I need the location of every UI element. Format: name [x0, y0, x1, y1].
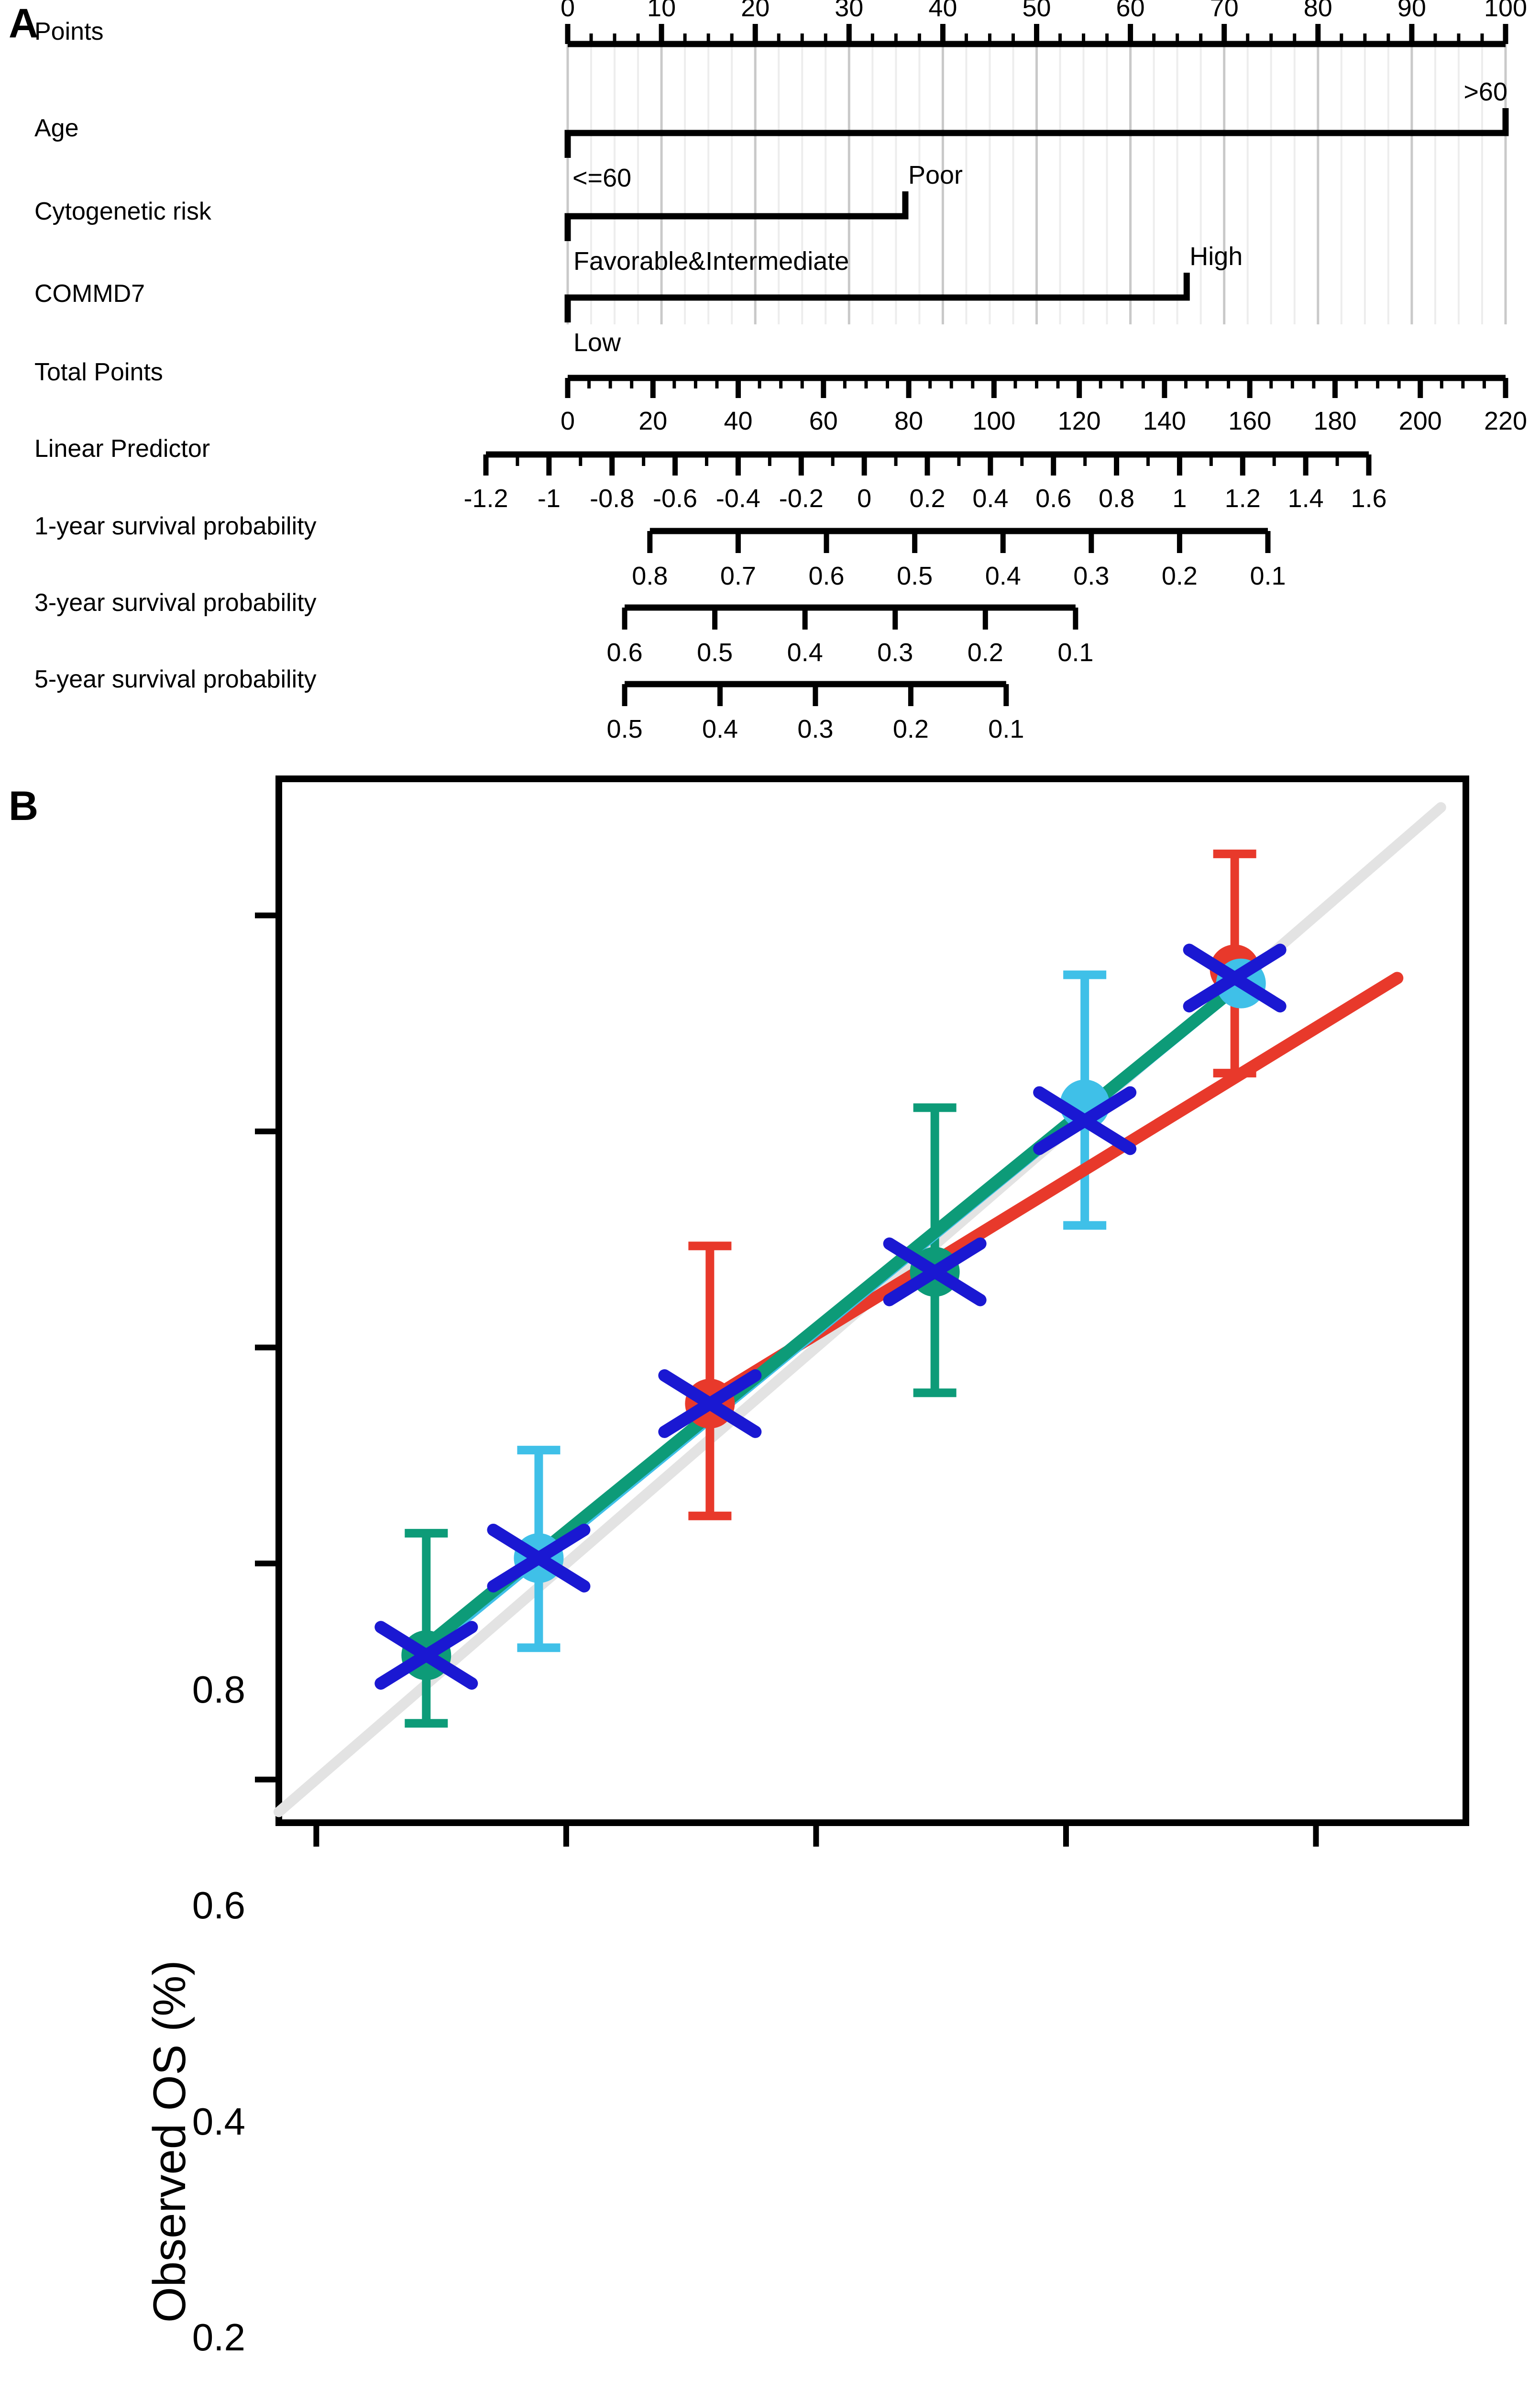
- y-axis-tick-label: 0.2: [192, 2316, 245, 2359]
- survival-axis-tick-label: 0.1: [1057, 638, 1093, 667]
- survival-axis-tick-label: 0.5: [697, 638, 733, 667]
- cytogenetic-axis-bracket: [564, 191, 909, 241]
- survival-axis-tick-label: 0.6: [808, 562, 844, 590]
- total-points-tick-label: 140: [1143, 407, 1186, 435]
- total-points-tick-label: 100: [972, 407, 1015, 435]
- linear-predictor-tick-label: 1: [1172, 484, 1187, 513]
- points-axis-tick-label: 10: [647, 0, 676, 22]
- points-axis-tick-label: 60: [1116, 0, 1145, 22]
- survival-axis-tick-label: 0.6: [607, 638, 643, 667]
- survival-axis-tick-label: 0.4: [702, 715, 738, 743]
- survival-axis-tick-label: 0.5: [607, 715, 643, 743]
- points-axis-tick-label: 100: [1484, 0, 1527, 22]
- survival-axis-tick-label: 0.1: [988, 715, 1024, 743]
- survival-axis-tick-label: 0.3: [1073, 562, 1109, 590]
- points-axis-tick-label: 0: [561, 0, 575, 22]
- cytogenetic-level-label-poor: Poor: [908, 161, 963, 189]
- linear-predictor-tick-label: -0.4: [716, 484, 760, 513]
- linear-predictor-tick-label: -0.2: [779, 484, 824, 513]
- linear-predictor-tick-label: 0.8: [1099, 484, 1134, 513]
- survival-axis-tick-label: 0.2: [893, 715, 929, 743]
- linear-predictor-tick-label: 1.2: [1225, 484, 1261, 513]
- nomogram-graphic: 0 10 20 30 40 50 60 70 80 90 100<=60>60Favorable&I…: [463, 0, 1527, 743]
- survival-axis-tick-label: 0.7: [720, 562, 756, 590]
- points-axis-tick-label: 20: [741, 0, 770, 22]
- survival-axis-tick-label: 0.2: [1162, 562, 1198, 590]
- linear-predictor-tick-label: -0.6: [653, 484, 697, 513]
- linear-predictor-tick-label: -0.8: [590, 484, 634, 513]
- age-level-label-low: <=60: [572, 164, 631, 192]
- survival-axis-tick-label: 0.4: [985, 562, 1021, 590]
- linear-predictor-tick-label: 1.6: [1351, 484, 1386, 513]
- cytogenetic-level-label-fav: Favorable&Intermediate: [573, 247, 849, 276]
- total-points-tick-label: 0: [561, 407, 575, 435]
- y-axis-tick-label: 0.6: [192, 1884, 245, 1927]
- linear-predictor-tick-label: -1: [538, 484, 561, 513]
- points-axis-tick-label: 80: [1304, 0, 1332, 22]
- points-axis-tick-label: 40: [928, 0, 957, 22]
- linear-predictor-tick-label: 0.6: [1035, 484, 1071, 513]
- survival-axis-tick-label: 0.3: [797, 715, 833, 743]
- total-points-tick-label: 80: [894, 407, 923, 435]
- linear-predictor-tick-label: -1.2: [463, 484, 508, 513]
- total-points-tick-label: 160: [1228, 407, 1271, 435]
- linear-predictor-tick-label: 0.4: [972, 484, 1008, 513]
- panel-b-calibration: B Observed OS (%) Nomogram-predicted OS …: [0, 775, 1540, 2359]
- total-points-tick-label: 180: [1313, 407, 1356, 435]
- linear-predictor-tick-label: 0: [857, 484, 871, 513]
- total-points-tick-label: 200: [1399, 407, 1442, 435]
- survival-axis-tick-label: 0.8: [632, 562, 668, 590]
- commd7-level-label-high: High: [1189, 242, 1243, 271]
- survival-axis-tick-label: 0.1: [1250, 562, 1286, 590]
- total-points-tick-label: 220: [1484, 407, 1527, 435]
- survival-axis-tick-label: 0.2: [968, 638, 1003, 667]
- total-points-tick-label: 60: [809, 407, 838, 435]
- survival-axis-tick-label: 0.3: [877, 638, 913, 667]
- points-axis-tick-label: 90: [1397, 0, 1426, 22]
- calibration-plot-graphic: [255, 775, 1469, 1847]
- points-axis-tick-label: 30: [835, 0, 863, 22]
- total-points-tick-label: 20: [638, 407, 667, 435]
- commd7-level-label-low: Low: [573, 328, 621, 357]
- age-level-label-high: >60: [1463, 78, 1507, 106]
- points-axis-tick-label: 70: [1210, 0, 1239, 22]
- y-axis-tick-label: 0.4: [192, 2100, 245, 2143]
- points-axis-tick-label: 50: [1022, 0, 1051, 22]
- total-points-tick-label: 40: [724, 407, 753, 435]
- panel-a-nomogram: A Points Age Cytogenetic risk COMMD7 Tot…: [0, 0, 1540, 775]
- total-points-tick-label: 120: [1058, 407, 1101, 435]
- linear-predictor-tick-label: 1.4: [1288, 484, 1324, 513]
- y-axis-tick-label: 0.8: [192, 1668, 245, 1711]
- linear-predictor-tick-label: 0.2: [909, 484, 945, 513]
- survival-axis-tick-label: 0.4: [787, 638, 823, 667]
- survival-axis-tick-label: 0.5: [897, 562, 933, 590]
